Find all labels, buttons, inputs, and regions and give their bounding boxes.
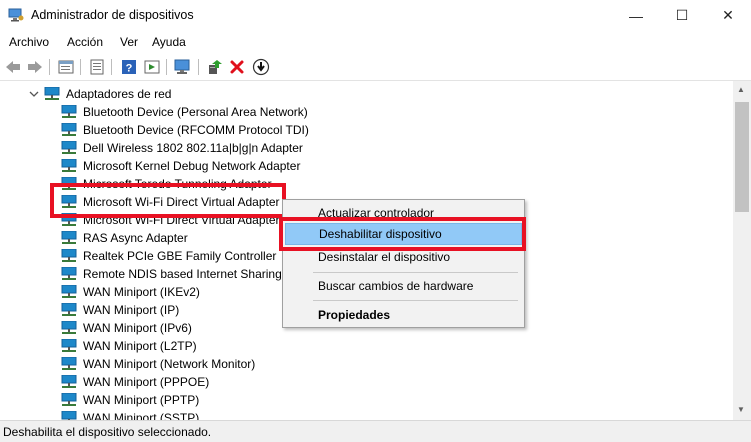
network-adapter-icon: [61, 267, 77, 280]
maximize-button[interactable]: ☐: [659, 0, 705, 31]
menu-separator: [313, 272, 518, 273]
device-label: Dell Wireless 1802 802.11a|b|g|n Adapter: [83, 141, 303, 155]
uninstall-icon[interactable]: [227, 57, 247, 77]
device-row[interactable]: WAN Miniport (IPv6): [61, 319, 192, 337]
device-label: WAN Miniport (Network Monitor): [83, 357, 256, 371]
status-bar: Deshabilita el dispositivo seleccionado.: [0, 420, 751, 442]
scrollbar-thumb[interactable]: [735, 102, 749, 212]
help-icon[interactable]: ?: [119, 57, 139, 77]
device-label: RAS Async Adapter: [83, 231, 188, 245]
scroll-up-icon[interactable]: ▲: [737, 85, 745, 94]
close-button[interactable]: ✕: [705, 0, 751, 31]
toolbar-separator: [111, 59, 112, 75]
network-adapter-icon: [61, 141, 77, 154]
menu-ayuda[interactable]: Ayuda: [152, 35, 186, 49]
device-row[interactable]: Bluetooth Device (Personal Area Network): [61, 103, 308, 121]
device-row[interactable]: WAN Miniport (PPTP): [61, 391, 199, 409]
network-adapter-icon: [61, 411, 77, 420]
menu-accion[interactable]: Acción: [67, 35, 103, 49]
network-adapter-icon: [61, 123, 77, 136]
device-row[interactable]: WAN Miniport (SSTP): [61, 409, 199, 420]
network-adapter-icon: [61, 285, 77, 298]
network-category-icon: [44, 87, 60, 100]
device-row[interactable]: WAN Miniport (IP): [61, 301, 179, 319]
device-row[interactable]: Dell Wireless 1802 802.11a|b|g|n Adapter: [61, 139, 303, 157]
device-label: WAN Miniport (L2TP): [83, 339, 197, 353]
device-label: Bluetooth Device (RFCOMM Protocol TDI): [83, 123, 309, 137]
minimize-button[interactable]: —: [613, 0, 659, 31]
title-bar: Administrador de dispositivos — ☐ ✕: [0, 0, 751, 31]
toolbar-separator: [166, 59, 167, 75]
device-label: Microsoft Kernel Debug Network Adapter: [83, 159, 301, 173]
chevron-down-icon[interactable]: [29, 89, 39, 99]
menu-separator: [313, 300, 518, 301]
device-label: Realtek PCIe GBE Family Controller: [83, 249, 277, 263]
category-label: Adaptadores de red: [66, 87, 172, 101]
device-row[interactable]: WAN Miniport (IKEv2): [61, 283, 200, 301]
vertical-scrollbar[interactable]: ▲ ▼: [733, 81, 751, 420]
device-label: WAN Miniport (IKEv2): [83, 285, 200, 299]
menu-bar: Archivo Acción Ver Ayuda: [0, 31, 751, 53]
toolbar-separator: [198, 59, 199, 75]
tree-category-network-adapters[interactable]: Adaptadores de red: [29, 85, 171, 103]
device-label: WAN Miniport (PPPOE): [83, 375, 210, 389]
disable-icon[interactable]: [251, 57, 271, 77]
network-adapter-icon: [61, 357, 77, 370]
window-title: Administrador de dispositivos: [31, 8, 194, 22]
device-label: WAN Miniport (SSTP): [83, 411, 200, 420]
action-icon[interactable]: [142, 57, 162, 77]
network-adapter-icon: [61, 231, 77, 244]
menu-item-properties[interactable]: Propiedades: [285, 304, 522, 326]
properties-icon[interactable]: [56, 57, 76, 77]
update-driver-icon[interactable]: [205, 57, 225, 77]
scroll-down-icon[interactable]: ▼: [737, 405, 745, 414]
device-row[interactable]: WAN Miniport (PPPOE): [61, 373, 209, 391]
network-adapter-icon: [61, 393, 77, 406]
scan-hardware-icon[interactable]: [173, 57, 193, 77]
device-row[interactable]: RAS Async Adapter: [61, 229, 188, 247]
network-adapter-icon: [61, 249, 77, 262]
device-label: WAN Miniport (IP): [83, 303, 180, 317]
device-label: WAN Miniport (IPv6): [83, 321, 192, 335]
device-manager-icon: [8, 8, 24, 22]
network-adapter-icon: [61, 303, 77, 316]
forward-icon[interactable]: [25, 57, 45, 77]
network-adapter-icon: [61, 321, 77, 334]
device-row[interactable]: Microsoft Kernel Debug Network Adapter: [61, 157, 300, 175]
device-label: WAN Miniport (PPTP): [83, 393, 200, 407]
toolbar-separator: [49, 59, 50, 75]
svg-text:?: ?: [126, 63, 133, 75]
network-adapter-icon: [61, 159, 77, 172]
device-row[interactable]: Realtek PCIe GBE Family Controller: [61, 247, 276, 265]
network-adapter-icon: [61, 105, 77, 118]
device-row[interactable]: WAN Miniport (Network Monitor): [61, 355, 255, 373]
toolbar-separator: [80, 59, 81, 75]
annotation-box-disable-option: [279, 217, 526, 251]
menu-archivo[interactable]: Archivo: [9, 35, 49, 49]
device-label: Bluetooth Device (Personal Area Network): [83, 105, 308, 119]
network-adapter-icon: [61, 375, 77, 388]
device-row[interactable]: Bluetooth Device (RFCOMM Protocol TDI): [61, 121, 309, 139]
toolbar: ?: [0, 53, 751, 81]
menu-ver[interactable]: Ver: [120, 35, 138, 49]
show-hide-icon[interactable]: [87, 57, 107, 77]
device-row[interactable]: WAN Miniport (L2TP): [61, 337, 197, 355]
status-text: Deshabilita el dispositivo seleccionado.: [3, 425, 212, 439]
network-adapter-icon: [61, 339, 77, 352]
menu-item-scan-hardware[interactable]: Buscar cambios de hardware: [285, 275, 522, 297]
back-icon[interactable]: [3, 57, 23, 77]
annotation-box-selected-device: [50, 183, 286, 218]
